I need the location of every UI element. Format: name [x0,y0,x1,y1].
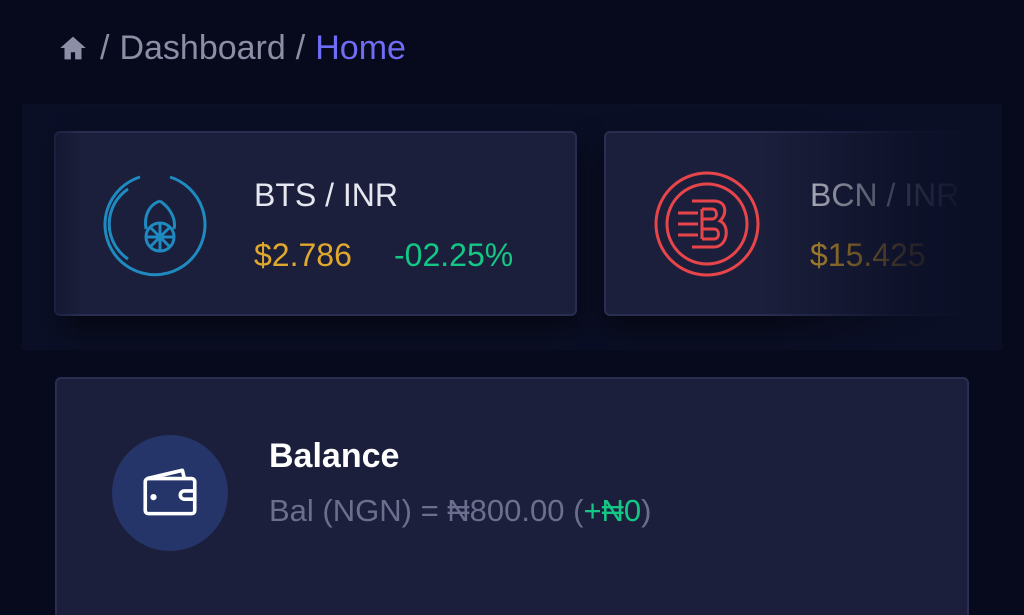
bytecoin-icon [652,169,762,279]
ticker-card-bcn[interactable]: BCN / INR $15.425 [604,131,1002,316]
balance-label: Bal (NGN) = [269,493,448,528]
breadcrumb: / Dashboard / Home [56,26,406,70]
balance-paren-open: ( [564,493,584,528]
breadcrumb-separator: / [100,28,110,67]
ticker-pair: BCN / INR [810,177,960,213]
balance-card: Balance Bal (NGN) = ₦800.00 (+₦0) [55,377,969,615]
ticker-card-bts[interactable]: BTS / INR $2.786 -02.25% [54,131,577,316]
page: / Dashboard / Home BTS / INR $2.786 -02.… [0,0,1024,615]
home-icon[interactable] [56,31,90,65]
ticker-price: $15.425 [810,237,926,273]
wallet-icon [112,435,228,551]
balance-delta: +₦0 [583,493,642,528]
ticker-price: $2.786 [254,237,352,273]
breadcrumb-item-home: Home [315,28,406,67]
ticker-pair: BTS / INR [254,177,399,213]
ticker-carousel[interactable]: BTS / INR $2.786 -02.25% BCN / INR $15.4… [22,104,1002,350]
breadcrumb-item-dashboard[interactable]: Dashboard [119,29,285,68]
balance-amount: ₦800.00 [447,493,565,528]
balance-summary: Bal (NGN) = ₦800.00 (+₦0) [269,493,652,529]
ticker-change: -02.25% [394,237,514,273]
breadcrumb-separator: / [295,28,306,67]
balance-title: Balance [269,437,400,475]
balance-paren-close: ) [641,493,652,528]
bitshares-icon [100,169,210,279]
